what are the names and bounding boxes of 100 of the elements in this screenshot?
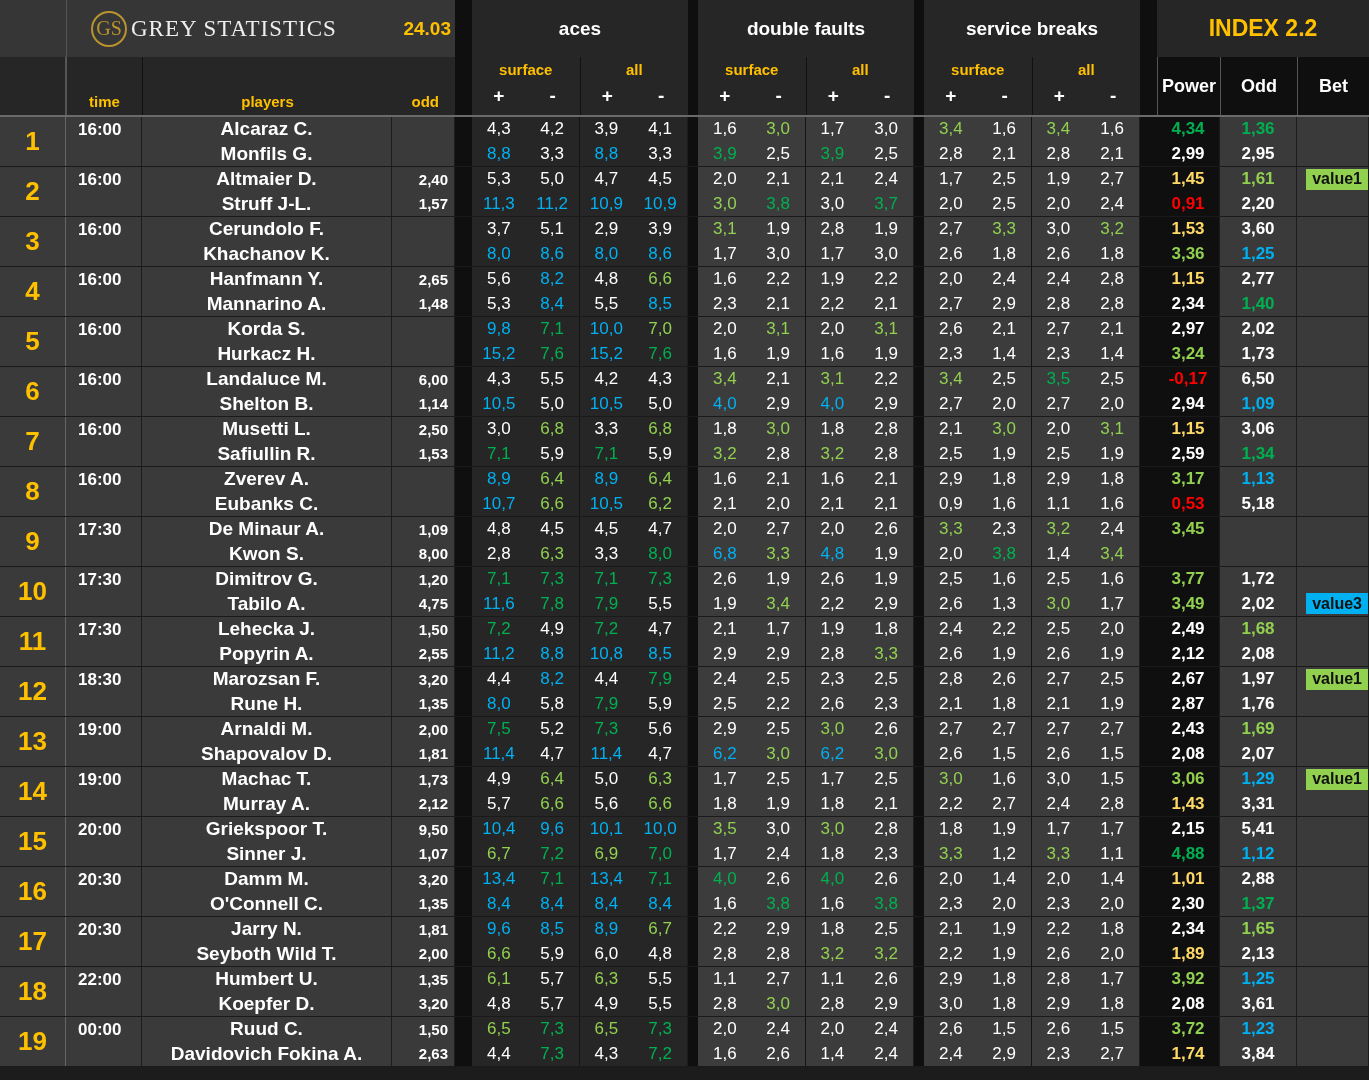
stat-value: 2,5 — [751, 717, 806, 742]
stat-value: 3,0 — [751, 241, 806, 266]
stat-value: 5,5 — [647, 968, 673, 991]
stat-value: 1,7 — [1099, 592, 1125, 615]
stat-value: 1,9 — [873, 568, 899, 591]
index-odd-value: 1,69 — [1241, 719, 1275, 740]
stat-value: 1,6 — [819, 342, 846, 365]
odd-value: 1,57 — [418, 195, 448, 213]
stat-value: 8,8 — [593, 142, 620, 165]
stat-value: 10,7 — [481, 492, 517, 515]
power-value: 4,34 — [1171, 119, 1205, 140]
stat-value: 4,8 — [486, 518, 512, 541]
stat-value: 7,3 — [647, 1018, 673, 1041]
stat-value: 3,8 — [873, 892, 899, 915]
stat-value: 3,3 — [873, 642, 899, 665]
stat-value: 2,6 — [977, 667, 1032, 692]
odd-value: 1,35 — [418, 695, 448, 713]
stat-value: 3,7 — [486, 218, 512, 241]
stat-value: 8,4 — [593, 892, 620, 915]
power-value: 2,30 — [1171, 893, 1205, 914]
stat-value: 8,0 — [593, 242, 620, 265]
stat-value: 2,0 — [712, 318, 738, 341]
index-odd-value: 2,13 — [1241, 943, 1275, 964]
stat-value: 4,7 — [593, 168, 620, 191]
stat-value: 1,8 — [938, 818, 964, 841]
stat-value: 1,1 — [1099, 842, 1125, 865]
stat-value: 8,9 — [486, 468, 512, 491]
stat-value: 2,0 — [1099, 942, 1125, 965]
stat-value: 4,5 — [525, 517, 580, 542]
group-header: service breaks — [964, 16, 1100, 41]
power-value: 3,49 — [1171, 593, 1205, 614]
odd-value: 1,48 — [418, 295, 448, 313]
stat-value: 1,4 — [977, 341, 1032, 366]
stat-value: 3,9 — [593, 118, 620, 141]
subgroup-header: surface — [950, 60, 1006, 80]
stat-value: 1,1 — [1045, 492, 1072, 515]
stat-value: 10,5 — [588, 492, 624, 515]
stat-value: 7,9 — [647, 668, 673, 691]
power-value: 3,77 — [1171, 569, 1205, 590]
stat-value: 5,6 — [486, 268, 512, 291]
stat-value: 4,8 — [486, 992, 512, 1015]
stat-value: 2,6 — [1045, 642, 1072, 665]
stat-value: 3,4 — [712, 368, 738, 391]
stat-value: 1,4 — [1045, 542, 1072, 565]
stat-value: 1,6 — [977, 767, 1032, 792]
stat-value: 2,9 — [751, 641, 806, 666]
stat-value: 2,1 — [873, 492, 899, 515]
stat-value: 10,9 — [588, 192, 624, 215]
stat-value: 7,1 — [486, 568, 512, 591]
stat-value: 2,7 — [751, 967, 806, 992]
stat-value: 2,7 — [1045, 318, 1072, 341]
stat-value: 6,6 — [647, 792, 673, 815]
index-odd-value: 1,73 — [1241, 343, 1275, 364]
power-value: -0,17 — [1168, 369, 1208, 390]
index-odd-value: 1,72 — [1241, 569, 1275, 590]
match-time: 20:30 — [66, 917, 142, 966]
stat-value: 2,6 — [873, 518, 899, 541]
stat-value: 2,1 — [751, 467, 806, 492]
stat-value: 1,8 — [977, 967, 1032, 992]
stat-value: 1,6 — [977, 567, 1032, 592]
stat-value: 2,6 — [938, 1018, 964, 1041]
player-name: Mannarino A. — [206, 291, 327, 316]
stat-value: 2,0 — [819, 318, 846, 341]
stat-value: 3,2 — [819, 442, 846, 465]
power-value: 1,45 — [1171, 169, 1205, 190]
player-name: Sinner J. — [226, 841, 307, 866]
stat-value: 2,1 — [712, 492, 738, 515]
stat-value: 2,5 — [1045, 618, 1072, 641]
index-odd-value: 1,68 — [1241, 619, 1275, 640]
stat-value: 1,5 — [977, 741, 1032, 766]
stat-value: 3,7 — [873, 192, 899, 215]
stat-value: 2,9 — [712, 642, 738, 665]
stat-value: 2,9 — [593, 218, 620, 241]
index-odd-value: 3,84 — [1241, 1043, 1275, 1064]
stat-value: 8,9 — [593, 918, 620, 941]
stat-value: 1,8 — [873, 618, 899, 641]
stat-value: 2,1 — [1045, 692, 1072, 715]
stat-value: 3,3 — [977, 217, 1032, 242]
stat-value: 2,4 — [1099, 518, 1125, 541]
stat-value: 2,6 — [1045, 242, 1072, 265]
stat-value: 2,8 — [938, 142, 964, 165]
stat-value: 7,1 — [486, 442, 512, 465]
stat-value: 3,2 — [1045, 518, 1072, 541]
stat-value: 1,8 — [1099, 242, 1125, 265]
sign-header: + — [1052, 85, 1066, 107]
player-name: Monfils G. — [220, 141, 313, 166]
match-number: 2 — [0, 167, 66, 216]
stat-value: 2,9 — [938, 968, 964, 991]
power-value: 2,34 — [1171, 919, 1205, 940]
stat-value: 11,2 — [525, 191, 580, 216]
player-name: Marozsan F. — [212, 667, 321, 692]
stat-value: 2,4 — [1099, 192, 1125, 215]
stat-value: 5,9 — [647, 692, 673, 715]
stat-value: 6,4 — [525, 767, 580, 792]
player-name: Murray A. — [223, 791, 310, 816]
stat-value: 2,6 — [1045, 742, 1072, 765]
brand-name: GREY STATISTICS — [131, 15, 337, 42]
match-number: 9 — [0, 517, 66, 566]
stat-value: 11,2 — [481, 642, 516, 665]
match-time: 16:00 — [66, 267, 142, 316]
